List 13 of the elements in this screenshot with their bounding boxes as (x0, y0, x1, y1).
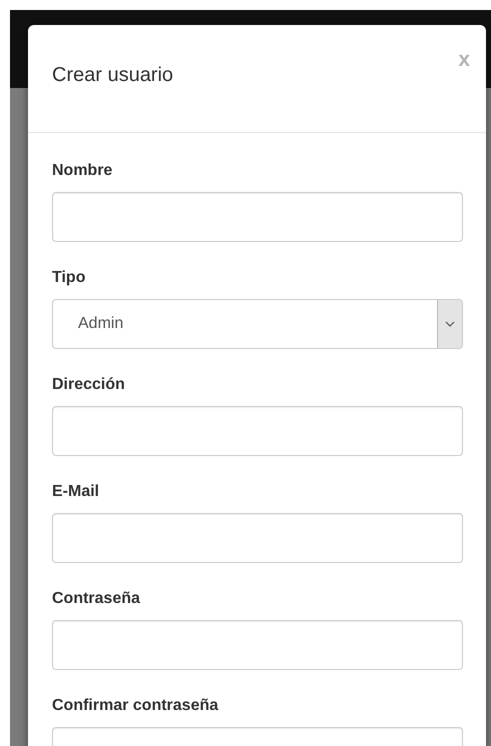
field-label: E-Mail (52, 482, 100, 502)
field-label: Confirmar contraseña (52, 696, 220, 716)
modal-title: Crear usuario (52, 63, 174, 88)
input-field[interactable] (52, 192, 463, 242)
field-label: Contraseña (52, 589, 142, 609)
input-field[interactable] (52, 406, 463, 456)
chevron-down-icon (445, 321, 455, 327)
field-label: Dirección (52, 375, 126, 395)
field-label: Nombre (52, 161, 114, 181)
input-field[interactable] (52, 513, 463, 563)
input-field[interactable] (52, 620, 463, 670)
field-label: Tipo (52, 268, 86, 288)
type-select[interactable]: Admin (52, 299, 463, 349)
